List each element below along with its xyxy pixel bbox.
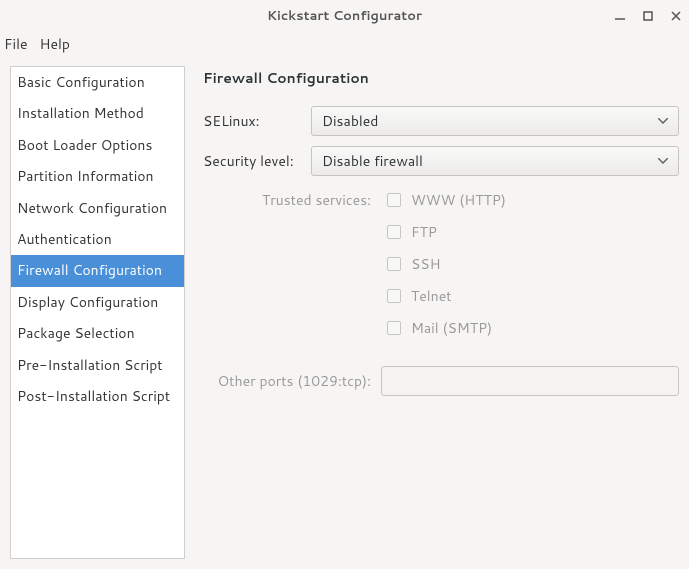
sidebar-item-installation-method[interactable]: Installation Method — [11, 98, 184, 129]
sidebar-item-pre-installation-script[interactable]: Pre-Installation Script — [11, 350, 184, 381]
sidebar-item-post-installation-script[interactable]: Post-Installation Script — [11, 381, 184, 412]
checkbox-icon — [387, 321, 401, 335]
sidebar-item-network-configuration[interactable]: Network Configuration — [11, 193, 184, 224]
page-title: Firewall Configuration — [203, 68, 679, 88]
selinux-value: Disabled — [322, 111, 378, 131]
close-icon[interactable] — [669, 9, 683, 23]
trusted-services-section: Trusted services: WWW (HTTP) FTP SSH Tel… — [203, 190, 679, 338]
service-label: Telnet — [411, 286, 452, 306]
sidebar-item-authentication[interactable]: Authentication — [11, 224, 184, 255]
chevron-down-icon — [658, 118, 668, 124]
service-www-http[interactable]: WWW (HTTP) — [387, 190, 679, 210]
sidebar-item-label: Package Selection — [17, 323, 135, 343]
other-ports-input[interactable] — [381, 366, 679, 396]
minimize-icon[interactable] — [613, 9, 627, 23]
chevron-down-icon — [658, 158, 668, 164]
checkbox-icon — [387, 193, 401, 207]
menubar: File Help — [0, 32, 689, 56]
checkbox-icon — [387, 257, 401, 271]
security-level-combo[interactable]: Disable firewall — [311, 146, 679, 176]
sidebar-item-label: Network Configuration — [17, 198, 167, 218]
service-label: WWW (HTTP) — [411, 190, 506, 210]
service-telnet[interactable]: Telnet — [387, 286, 679, 306]
sidebar-item-basic-configuration[interactable]: Basic Configuration — [11, 67, 184, 98]
sidebar-item-label: Firewall Configuration — [17, 260, 162, 280]
service-mail-smtp[interactable]: Mail (SMTP) — [387, 318, 679, 338]
main-panel: Firewall Configuration SELinux: Disabled… — [203, 66, 679, 559]
security-level-value: Disable firewall — [322, 151, 423, 171]
maximize-icon[interactable] — [641, 9, 655, 23]
menu-file[interactable]: File — [4, 34, 28, 54]
service-ssh[interactable]: SSH — [387, 254, 679, 274]
service-label: SSH — [411, 254, 441, 274]
sidebar-item-partition-information[interactable]: Partition Information — [11, 161, 184, 192]
other-ports-label: Other ports (1029:tcp): — [203, 371, 381, 391]
sidebar-item-package-selection[interactable]: Package Selection — [11, 318, 184, 349]
trusted-services-label: Trusted services: — [203, 190, 381, 338]
sidebar-item-label: Post-Installation Script — [17, 386, 170, 406]
sidebar-item-label: Display Configuration — [17, 292, 158, 312]
sidebar: Basic Configuration Installation Method … — [10, 66, 185, 559]
sidebar-item-label: Boot Loader Options — [17, 135, 152, 155]
menu-help[interactable]: Help — [40, 34, 70, 54]
sidebar-item-label: Authentication — [17, 229, 112, 249]
checkbox-icon — [387, 225, 401, 239]
window-controls — [613, 0, 683, 32]
sidebar-item-firewall-configuration[interactable]: Firewall Configuration — [11, 255, 184, 286]
sidebar-item-label: Pre-Installation Script — [17, 355, 163, 375]
service-ftp[interactable]: FTP — [387, 222, 679, 242]
other-ports-row: Other ports (1029:tcp): — [203, 366, 679, 396]
content: Basic Configuration Installation Method … — [0, 56, 689, 569]
selinux-combo[interactable]: Disabled — [311, 106, 679, 136]
trusted-services-list: WWW (HTTP) FTP SSH Telnet Mail (SMTP) — [381, 190, 679, 338]
security-level-row: Security level: Disable firewall — [203, 146, 679, 176]
security-level-label: Security level: — [203, 151, 311, 171]
sidebar-item-display-configuration[interactable]: Display Configuration — [11, 287, 184, 318]
service-label: FTP — [411, 222, 437, 242]
window-title: Kickstart Configurator — [267, 7, 422, 25]
service-label: Mail (SMTP) — [411, 318, 492, 338]
sidebar-item-label: Installation Method — [17, 103, 144, 123]
selinux-row: SELinux: Disabled — [203, 106, 679, 136]
selinux-label: SELinux: — [203, 111, 311, 131]
titlebar: Kickstart Configurator — [0, 0, 689, 32]
checkbox-icon — [387, 289, 401, 303]
sidebar-item-boot-loader-options[interactable]: Boot Loader Options — [11, 130, 184, 161]
sidebar-item-label: Partition Information — [17, 166, 154, 186]
sidebar-item-label: Basic Configuration — [17, 72, 145, 92]
